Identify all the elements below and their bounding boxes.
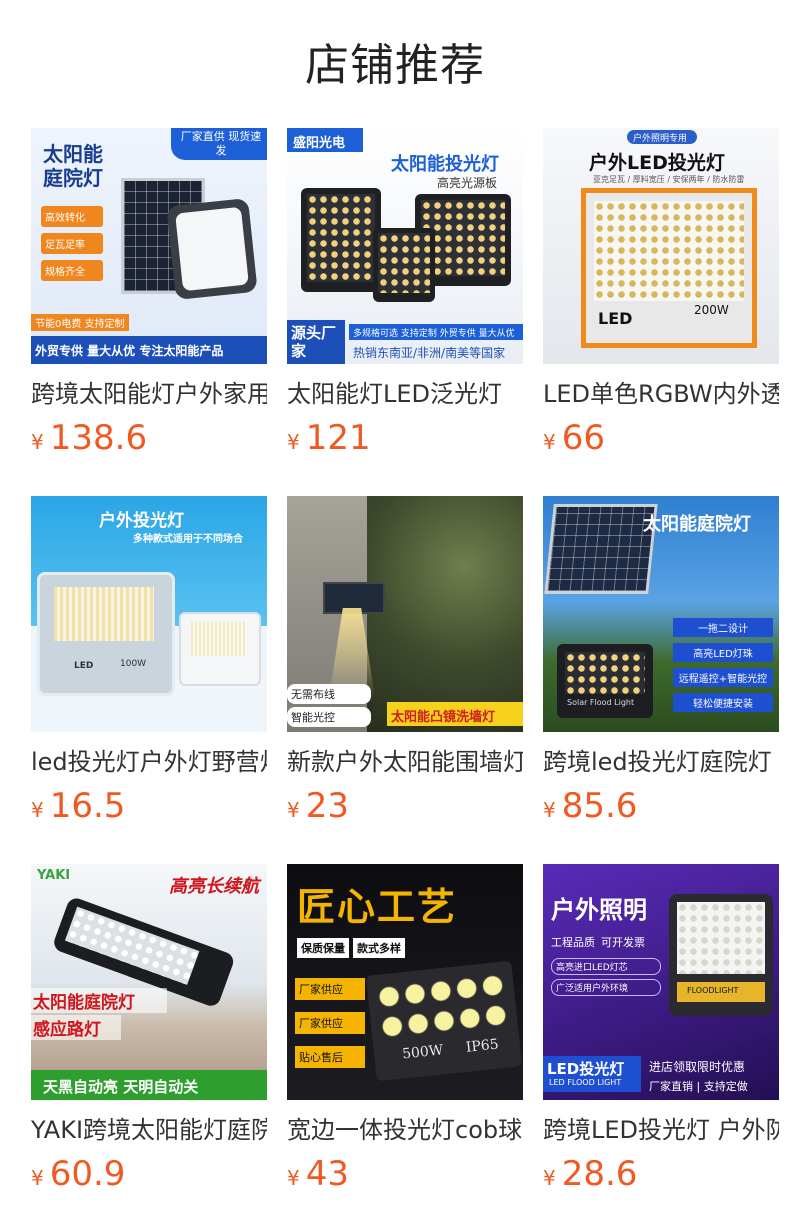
product-card[interactable]: 盛阳光电 太阳能投光灯 高亮光源板 源头厂家 多规格可选 支持定制 外贸专供 量… [287, 128, 523, 458]
product-price: ¥23 [287, 786, 349, 826]
price-value: 85.6 [561, 786, 638, 826]
price-value: 60.9 [49, 1154, 126, 1194]
product-card[interactable]: 太阳能庭院灯 厂家直供 现货速发 高效转化 足瓦足率 规格齐全 节能0电费 支持… [31, 128, 267, 458]
currency-symbol: ¥ [31, 1166, 44, 1190]
product-image[interactable]: YAKI 高亮长续航 太阳能庭院灯 感应路灯 天黑自动亮 天明自动关 [31, 864, 267, 1100]
product-name[interactable]: YAKI跨境太阳能灯庭院路灯 [31, 1114, 267, 1146]
product-price: ¥121 [287, 418, 371, 458]
product-price: ¥138.6 [31, 418, 147, 458]
price-value: 43 [305, 1154, 349, 1194]
flood-lamp-icon [373, 228, 435, 302]
product-card[interactable]: 户外照明专用 户外LED投光灯 亚克足瓦 / 厚料宽压 / 安保两年 / 防水防… [543, 128, 779, 458]
product-card[interactable]: 户外照明 工程品质 可开发票 高亮进口LED灯芯 广泛适用户外环境 FLOODL… [543, 864, 779, 1194]
product-price: ¥66 [543, 418, 605, 458]
price-value: 121 [305, 418, 371, 458]
product-price: ¥60.9 [31, 1154, 125, 1194]
flood-lamp-icon [166, 197, 258, 301]
product-name[interactable]: 太阳能灯LED泛光灯 [287, 378, 523, 410]
product-name[interactable]: led投光灯户外灯野营灯 [31, 746, 267, 778]
product-price: ¥28.6 [543, 1154, 637, 1194]
price-value: 16.5 [49, 786, 126, 826]
currency-symbol: ¥ [543, 798, 556, 822]
flood-lamp-icon: 500W IP65 [365, 960, 523, 1082]
product-name[interactable]: 跨境太阳能灯户外家用庭院灯 [31, 378, 267, 410]
product-name[interactable]: 跨境LED投光灯 户外防水 [543, 1114, 779, 1146]
product-card[interactable]: YAKI 高亮长续航 太阳能庭院灯 感应路灯 天黑自动亮 天明自动关 YAKI跨… [31, 864, 267, 1194]
product-card[interactable]: 匠心工艺 保质保量 款式多样 厂家供应 厂家供应 贴心售后 500W IP65 … [287, 864, 523, 1194]
currency-symbol: ¥ [287, 798, 300, 822]
price-value: 66 [561, 418, 605, 458]
currency-symbol: ¥ [543, 430, 556, 454]
flood-lamp-icon [179, 612, 261, 686]
price-value: 138.6 [49, 418, 148, 458]
product-price: ¥16.5 [31, 786, 125, 826]
product-card[interactable]: 户外投光灯 多种款式适用于不同场合 LED 100W led投光灯户外灯野营灯 … [31, 496, 267, 826]
currency-symbol: ¥ [287, 1166, 300, 1190]
yaki-logo: YAKI [37, 868, 71, 883]
product-image[interactable]: 户外投光灯 多种款式适用于不同场合 LED 100W [31, 496, 267, 732]
price-value: 28.6 [561, 1154, 638, 1194]
product-image[interactable]: 无需布线 智能光控 太阳能凸镜洗墙灯 [287, 496, 523, 732]
flood-lamp-icon [301, 188, 381, 292]
currency-symbol: ¥ [31, 798, 44, 822]
price-value: 23 [305, 786, 349, 826]
product-name[interactable]: 跨境led投光灯庭院灯 [543, 746, 779, 778]
product-image[interactable]: 太阳能庭院灯 一拖二设计 高亮LED灯珠 远程遥控+智能光控 轻松便捷安装 So… [543, 496, 779, 732]
product-card[interactable]: 太阳能庭院灯 一拖二设计 高亮LED灯珠 远程遥控+智能光控 轻松便捷安装 So… [543, 496, 779, 826]
currency-symbol: ¥ [287, 430, 300, 454]
product-name[interactable]: LED单色RGBW内外透投光灯 [543, 378, 779, 410]
currency-symbol: ¥ [31, 430, 44, 454]
product-name[interactable]: 新款户外太阳能围墙灯 [287, 746, 523, 778]
product-price: ¥85.6 [543, 786, 637, 826]
solar-panel-icon [544, 504, 658, 594]
product-name[interactable]: 宽边一体投光灯cob球场灯 [287, 1114, 523, 1146]
flood-lamp-icon: LED 200W [581, 188, 757, 348]
product-price: ¥43 [287, 1154, 349, 1194]
product-image[interactable]: 太阳能庭院灯 厂家直供 现货速发 高效转化 足瓦足率 规格齐全 节能0电费 支持… [31, 128, 267, 364]
product-image[interactable]: 盛阳光电 太阳能投光灯 高亮光源板 源头厂家 多规格可选 支持定制 外贸专供 量… [287, 128, 523, 364]
shop-recommendation-page: 店铺推荐 太阳能庭院灯 厂家直供 现货速发 高效转化 足瓦足率 规格齐全 节能0… [0, 0, 790, 1232]
product-card[interactable]: 无需布线 智能光控 太阳能凸镜洗墙灯 新款户外太阳能围墙灯 ¥23 [287, 496, 523, 826]
page-title: 店铺推荐 [305, 40, 485, 91]
product-image[interactable]: 户外照明 工程品质 可开发票 高亮进口LED灯芯 广泛适用户外环境 FLOODL… [543, 864, 779, 1100]
flood-lamp-icon: Solar Flood Light [557, 644, 653, 718]
currency-symbol: ¥ [543, 1166, 556, 1190]
flood-lamp-icon: FLOODLIGHT [669, 894, 773, 1016]
flood-lamp-icon: LED 100W [37, 572, 175, 696]
product-image[interactable]: 匠心工艺 保质保量 款式多样 厂家供应 厂家供应 贴心售后 500W IP65 [287, 864, 523, 1100]
product-image[interactable]: 户外照明专用 户外LED投光灯 亚克足瓦 / 厚料宽压 / 安保两年 / 防水防… [543, 128, 779, 364]
